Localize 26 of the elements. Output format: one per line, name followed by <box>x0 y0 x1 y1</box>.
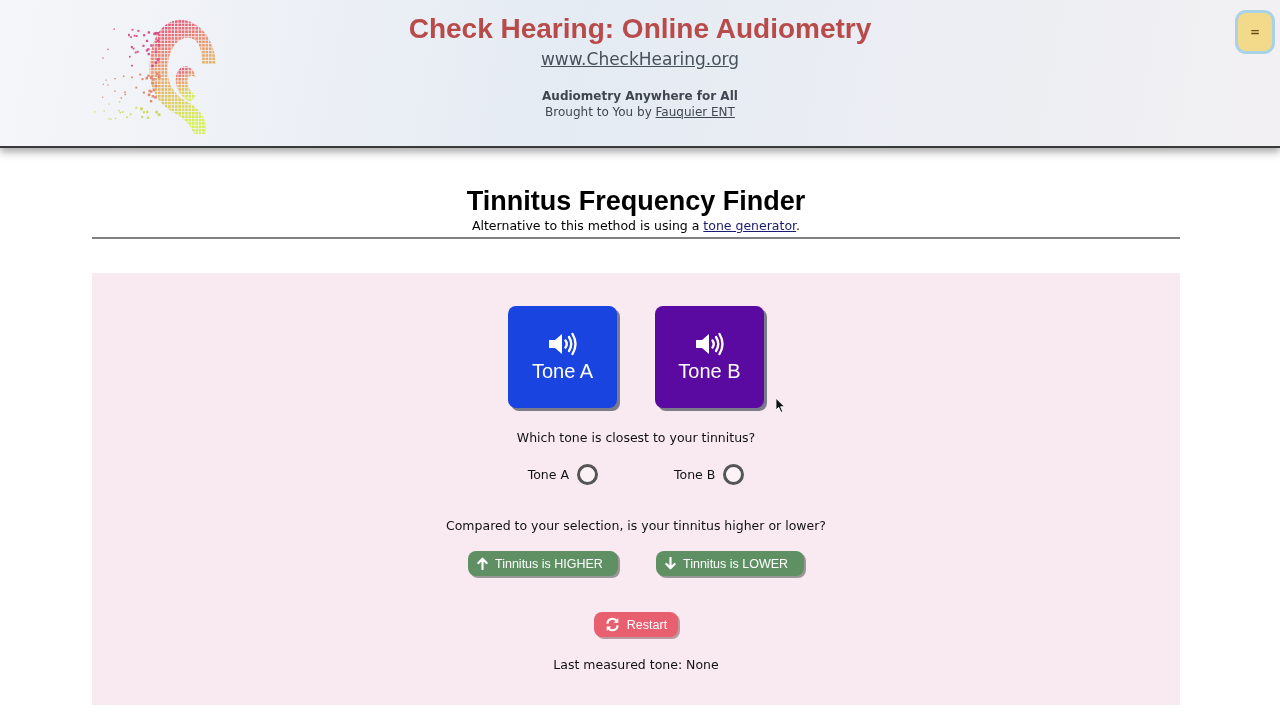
menu-button[interactable]: = <box>1235 10 1275 54</box>
radio-button[interactable] <box>577 464 598 485</box>
tone-generator-link[interactable]: tone generator <box>703 218 797 233</box>
credit-text: Brought to You by Fauquier ENT <box>545 104 735 120</box>
refresh-icon <box>604 617 620 632</box>
site-title: Check Hearing: Online Audiometry <box>408 12 872 46</box>
tone-button[interactable]: Tone B <box>655 306 764 408</box>
tagline: Audiometry Anywhere for All <box>542 88 738 104</box>
mouse-pointer-icon <box>775 397 786 414</box>
direction-button[interactable]: Tinnitus is LOWER <box>656 551 804 576</box>
site-url-link[interactable]: www.CheckHearing.org <box>540 48 740 70</box>
result-text: Last measured tone: None <box>553 657 719 673</box>
question-text: Which tone is closest to your tinnitus? <box>516 430 756 446</box>
speaker-icon <box>547 331 578 356</box>
choice-label: Tone A <box>527 466 569 483</box>
fauquier-ent-link[interactable]: Fauquier ENT <box>655 105 735 119</box>
question-text: Compared to your selection, is your tinnitus higher or lower? <box>446 518 826 534</box>
up-arrow-icon <box>477 557 488 570</box>
radio-button[interactable] <box>723 464 745 485</box>
tone-button[interactable]: Tone A <box>508 306 617 408</box>
intro-text: Alternative to this method is using a tone generator. <box>470 217 802 234</box>
down-arrow-icon <box>665 557 676 570</box>
speaker-icon <box>694 331 725 356</box>
direction-button[interactable]: Tinnitus is HIGHER <box>468 551 618 576</box>
choice-label: Tone B <box>674 466 716 483</box>
page-heading: Tinnitus Frequency Finder <box>465 186 807 216</box>
